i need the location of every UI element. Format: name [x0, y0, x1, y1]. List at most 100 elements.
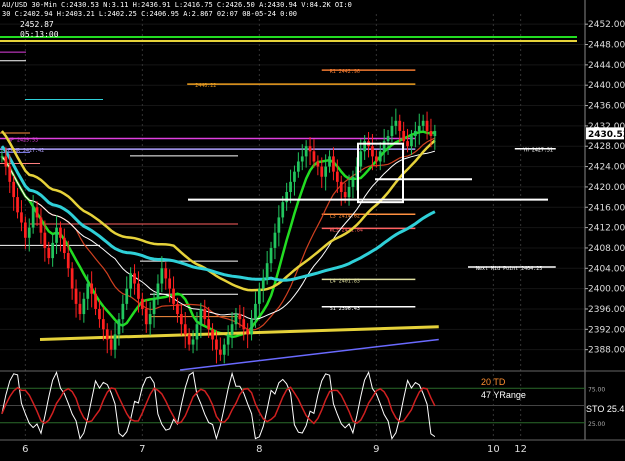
level-label-YH: YH 2427.51: [523, 148, 553, 154]
price-tick-label: 2424.00: [588, 163, 625, 173]
level-label-NextMid: Next Mid Point 2404.25: [476, 266, 542, 272]
price-tick-label: 2412.00: [588, 224, 625, 234]
price-tick-label: 2404.00: [588, 264, 625, 274]
price-tick-label: 2428.00: [588, 142, 625, 152]
candle-body: [246, 329, 250, 335]
candle-body: [74, 288, 78, 304]
candle-body: [90, 283, 94, 294]
candle-body: [382, 141, 386, 152]
candle-body: [172, 288, 175, 304]
candle-body: [187, 334, 191, 345]
candle-body: [374, 156, 378, 162]
candle-body: [140, 298, 144, 309]
price-tick-label: 2392.00: [588, 325, 625, 335]
candle-body: [98, 308, 101, 320]
candle-body: [160, 268, 164, 284]
header-price: 2452.87: [20, 20, 54, 29]
candle-body: [121, 303, 125, 320]
candle-body: [109, 339, 113, 350]
candle-body: [59, 227, 62, 238]
price-tick-label: 2388.00: [588, 346, 625, 356]
candle-body: [351, 176, 355, 187]
candle-body: [402, 130, 406, 142]
candle-body: [261, 278, 265, 289]
price-tick-label: 2396.00: [588, 305, 625, 315]
candle-body: [12, 181, 16, 198]
candle-body: [386, 136, 390, 142]
candle-body: [78, 303, 82, 315]
candle-body: [137, 283, 140, 299]
candle-body: [277, 217, 281, 233]
candle-body: [105, 329, 109, 340]
price-tick-label: 2436.00: [588, 102, 625, 112]
osc-label-td: 20 TD: [481, 377, 506, 387]
candle-body: [195, 324, 199, 340]
price-chart[interactable]: R1 2442.962440.22WP 2429.53EQHR 2427.42 Y…: [0, 0, 625, 461]
candle-body: [215, 339, 218, 350]
candle-body: [417, 125, 421, 131]
candle-body: [35, 207, 39, 218]
osc-tick-label: 75.00: [588, 386, 605, 393]
candle-body: [242, 319, 246, 330]
price-tick-label: 2400.00: [588, 285, 625, 295]
candle-body: [316, 161, 320, 167]
candle-body: [129, 273, 133, 289]
candle-body: [234, 314, 238, 325]
candle-body: [31, 207, 35, 228]
candle-body: [254, 303, 257, 320]
candle-body: [66, 253, 70, 269]
candle-body: [164, 268, 168, 279]
candle-body: [398, 120, 402, 131]
time-label: 10: [487, 444, 500, 455]
candle-body: [378, 151, 382, 162]
time-label: 6: [22, 444, 28, 455]
time-label: 8: [256, 444, 262, 455]
candle-body: [289, 181, 292, 192]
candle-body: [308, 146, 312, 152]
candle-body: [230, 324, 234, 335]
osc-label-yrange: 47 YRange: [481, 390, 526, 400]
level-label-L4: L4 2401.83: [330, 278, 360, 284]
osc-tick-label: 25.00: [588, 421, 605, 428]
candle-body: [406, 141, 409, 147]
candle-body: [296, 161, 300, 172]
candle-body: [304, 146, 308, 157]
candle-body: [62, 237, 66, 254]
candle-body: [394, 120, 398, 126]
osc-label-sto: STO 25.4: [586, 404, 625, 414]
header-line2: 30 C:2402.94 H:2403.21 L:2402.25 C:2406.…: [2, 10, 298, 18]
candle-body: [359, 151, 363, 167]
price-tick-label: 2452.00: [588, 20, 625, 30]
candle-body: [413, 130, 417, 137]
candle-body: [152, 298, 156, 315]
candle-body: [363, 141, 367, 152]
candle-body: [293, 171, 296, 182]
candle-body: [8, 166, 12, 182]
candle-body: [43, 232, 47, 248]
candle-body: [222, 344, 226, 355]
level-label-WP: WP 2429.53: [8, 137, 38, 143]
candle-body: [156, 283, 160, 299]
candle-body: [125, 288, 129, 304]
candle-body: [39, 217, 43, 233]
candle-body: [320, 166, 324, 177]
candle-body: [371, 146, 374, 157]
level-label-L3: L3 2414.62: [330, 213, 360, 219]
header-time: 05:13:00: [20, 30, 59, 39]
candle-body: [211, 329, 214, 340]
candle-body: [20, 212, 23, 223]
candle-body: [433, 130, 437, 137]
candle-body: [51, 242, 55, 259]
candle-body: [238, 314, 242, 320]
candle-body: [176, 303, 179, 315]
candle-body: [148, 314, 152, 325]
candle-body: [335, 171, 339, 182]
candle-body: [94, 293, 97, 309]
candle-body: [207, 319, 211, 330]
candle-body: [101, 319, 105, 330]
candle-body: [285, 192, 289, 203]
candle-body: [70, 268, 74, 289]
candle-body: [16, 197, 19, 213]
candle-body: [324, 166, 328, 177]
candle-body: [281, 202, 285, 218]
